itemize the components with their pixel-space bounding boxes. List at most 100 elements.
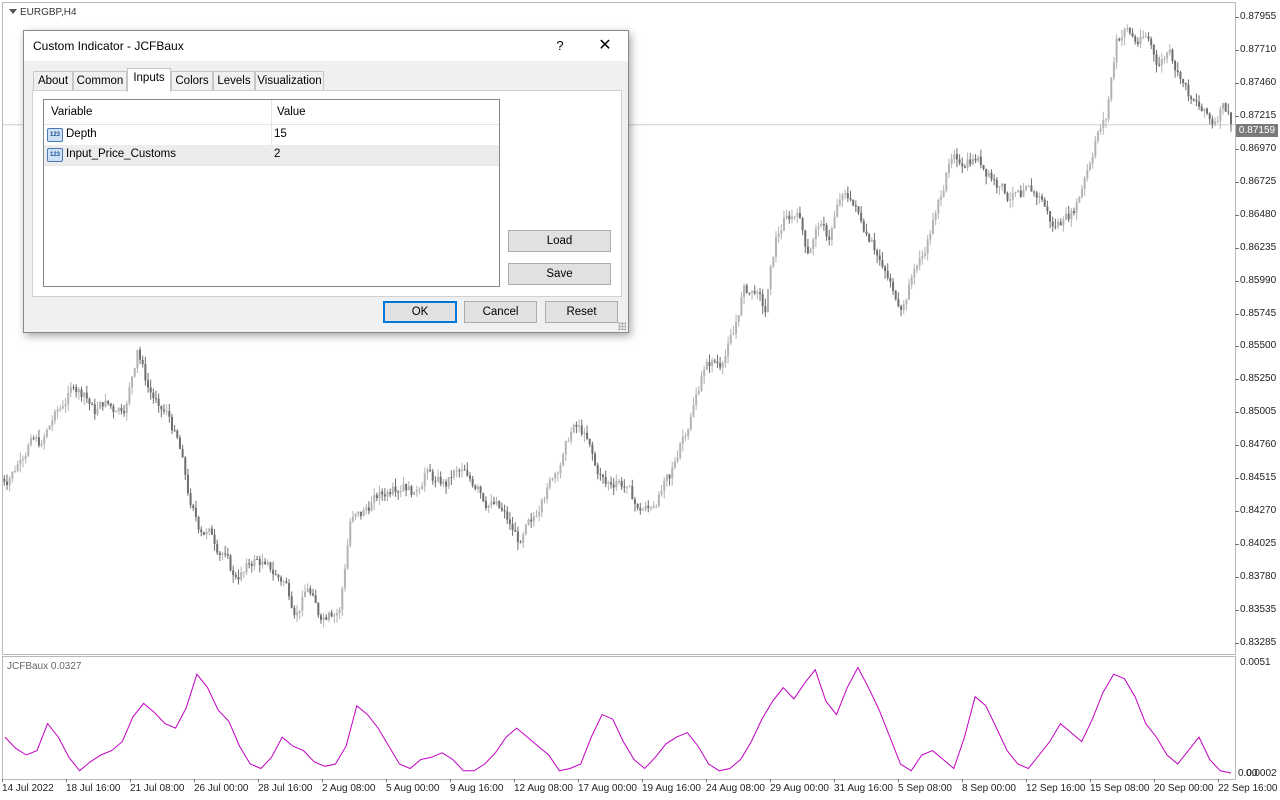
candle-body bbox=[756, 292, 759, 294]
resize-grip-icon[interactable] bbox=[618, 322, 626, 330]
table-row[interactable]: 123 Input_Price_Customs 2 bbox=[44, 145, 499, 166]
time-axis-tick bbox=[322, 779, 323, 782]
price-axis-tick bbox=[1235, 577, 1239, 579]
tab-visualization[interactable]: Visualization bbox=[255, 71, 324, 91]
candle-body bbox=[338, 609, 341, 614]
tab-inputs[interactable]: Inputs bbox=[127, 68, 171, 92]
candle-body bbox=[120, 407, 123, 412]
tab-common[interactable]: Common bbox=[73, 71, 127, 91]
candle-body bbox=[458, 470, 461, 472]
help-button[interactable]: ? bbox=[546, 33, 574, 59]
candle-body bbox=[1027, 185, 1030, 187]
candle-body bbox=[492, 501, 495, 504]
candle-body bbox=[774, 237, 777, 257]
candle-body bbox=[1147, 36, 1150, 39]
candle-body bbox=[218, 552, 221, 556]
candle-body bbox=[844, 193, 847, 195]
candle-body bbox=[889, 277, 892, 282]
candle-body bbox=[602, 474, 605, 478]
tab-levels[interactable]: Levels bbox=[213, 71, 255, 91]
indicator-subwindow[interactable]: JCFBaux 0.0327 bbox=[2, 656, 1236, 780]
candle-body bbox=[916, 265, 919, 270]
candle-body bbox=[830, 228, 833, 240]
candle-body bbox=[1070, 210, 1073, 220]
candle-body bbox=[615, 481, 618, 488]
candle-body bbox=[37, 437, 40, 446]
candle-body bbox=[1158, 64, 1161, 66]
candle-body bbox=[623, 486, 626, 488]
candle-body bbox=[1200, 106, 1203, 112]
candle-body bbox=[769, 266, 772, 290]
candle-body bbox=[61, 406, 64, 409]
candle-body bbox=[226, 554, 229, 556]
time-axis-tick bbox=[1026, 779, 1027, 782]
candle-body bbox=[820, 223, 823, 227]
time-axis-tick bbox=[1154, 779, 1155, 782]
candle-body bbox=[173, 430, 176, 432]
load-button[interactable]: Load bbox=[508, 230, 611, 252]
candle-body bbox=[1062, 219, 1065, 226]
price-axis-tick bbox=[1235, 544, 1239, 546]
cancel-button[interactable]: Cancel bbox=[464, 301, 537, 323]
time-axis-label: 29 Aug 00:00 bbox=[770, 783, 829, 794]
candle-body bbox=[1115, 38, 1118, 63]
tab-colors[interactable]: Colors bbox=[171, 71, 213, 91]
integer-type-icon: 123 bbox=[47, 128, 63, 142]
candle-body bbox=[176, 430, 179, 438]
candle-body bbox=[679, 443, 682, 458]
candle-body bbox=[189, 493, 192, 506]
candle-body bbox=[117, 407, 120, 412]
integer-type-icon: 123 bbox=[47, 148, 63, 162]
candle-body bbox=[373, 494, 376, 503]
candle-body bbox=[612, 484, 615, 488]
candle-body bbox=[535, 515, 538, 517]
price-axis-label: 0.83535 bbox=[1240, 604, 1277, 616]
candle-body bbox=[1166, 52, 1169, 59]
candle-body bbox=[200, 529, 203, 533]
candle-body bbox=[115, 411, 118, 413]
candle-body bbox=[995, 179, 998, 188]
candle-body bbox=[985, 168, 988, 177]
save-button[interactable]: Save bbox=[508, 263, 611, 285]
candle-body bbox=[155, 398, 158, 400]
ok-button[interactable]: OK bbox=[383, 301, 457, 323]
price-axis-tick bbox=[1235, 511, 1239, 513]
candle-body bbox=[546, 487, 549, 500]
reset-button[interactable]: Reset bbox=[545, 301, 618, 323]
time-axis-label: 17 Aug 00:00 bbox=[578, 783, 637, 794]
table-row[interactable]: 123 Depth 15 bbox=[44, 125, 499, 146]
time-axis-label: 12 Aug 08:00 bbox=[514, 783, 573, 794]
time-axis-tick bbox=[898, 779, 899, 782]
inputs-grid[interactable]: Variable Value 123 Depth 15 123 Input_Pr… bbox=[43, 99, 500, 287]
candle-body bbox=[1203, 108, 1206, 112]
candle-body bbox=[160, 406, 163, 410]
candle-body bbox=[210, 528, 213, 535]
dialog-titlebar[interactable]: Custom Indicator - JCFBaux ? ✕ bbox=[24, 31, 628, 61]
candle-body bbox=[152, 392, 155, 399]
candle-body bbox=[245, 563, 248, 573]
candle-body bbox=[109, 403, 112, 407]
candle-body bbox=[29, 438, 32, 445]
candle-body bbox=[857, 206, 860, 213]
value-cell[interactable]: 15 bbox=[274, 128, 287, 140]
candle-body bbox=[495, 500, 498, 504]
candle-body bbox=[415, 490, 418, 492]
candle-body bbox=[828, 236, 831, 240]
tab-about[interactable]: About bbox=[33, 71, 73, 91]
candle-body bbox=[423, 473, 426, 487]
candle-body bbox=[1025, 186, 1028, 190]
value-cell[interactable]: 2 bbox=[274, 148, 280, 160]
candle-body bbox=[322, 617, 325, 620]
candle-body bbox=[450, 477, 453, 479]
candle-body bbox=[93, 404, 96, 415]
candle-body bbox=[1038, 196, 1041, 198]
candle-body bbox=[128, 387, 131, 404]
column-header-variable[interactable]: Variable bbox=[51, 106, 92, 118]
column-header-value[interactable]: Value bbox=[277, 106, 306, 118]
close-icon[interactable]: ✕ bbox=[591, 33, 619, 59]
candle-body bbox=[327, 612, 330, 620]
candle-body bbox=[931, 220, 934, 234]
candle-body bbox=[554, 473, 557, 479]
time-axis-tick bbox=[834, 779, 835, 782]
price-axis-label: 0.87955 bbox=[1240, 11, 1277, 22]
